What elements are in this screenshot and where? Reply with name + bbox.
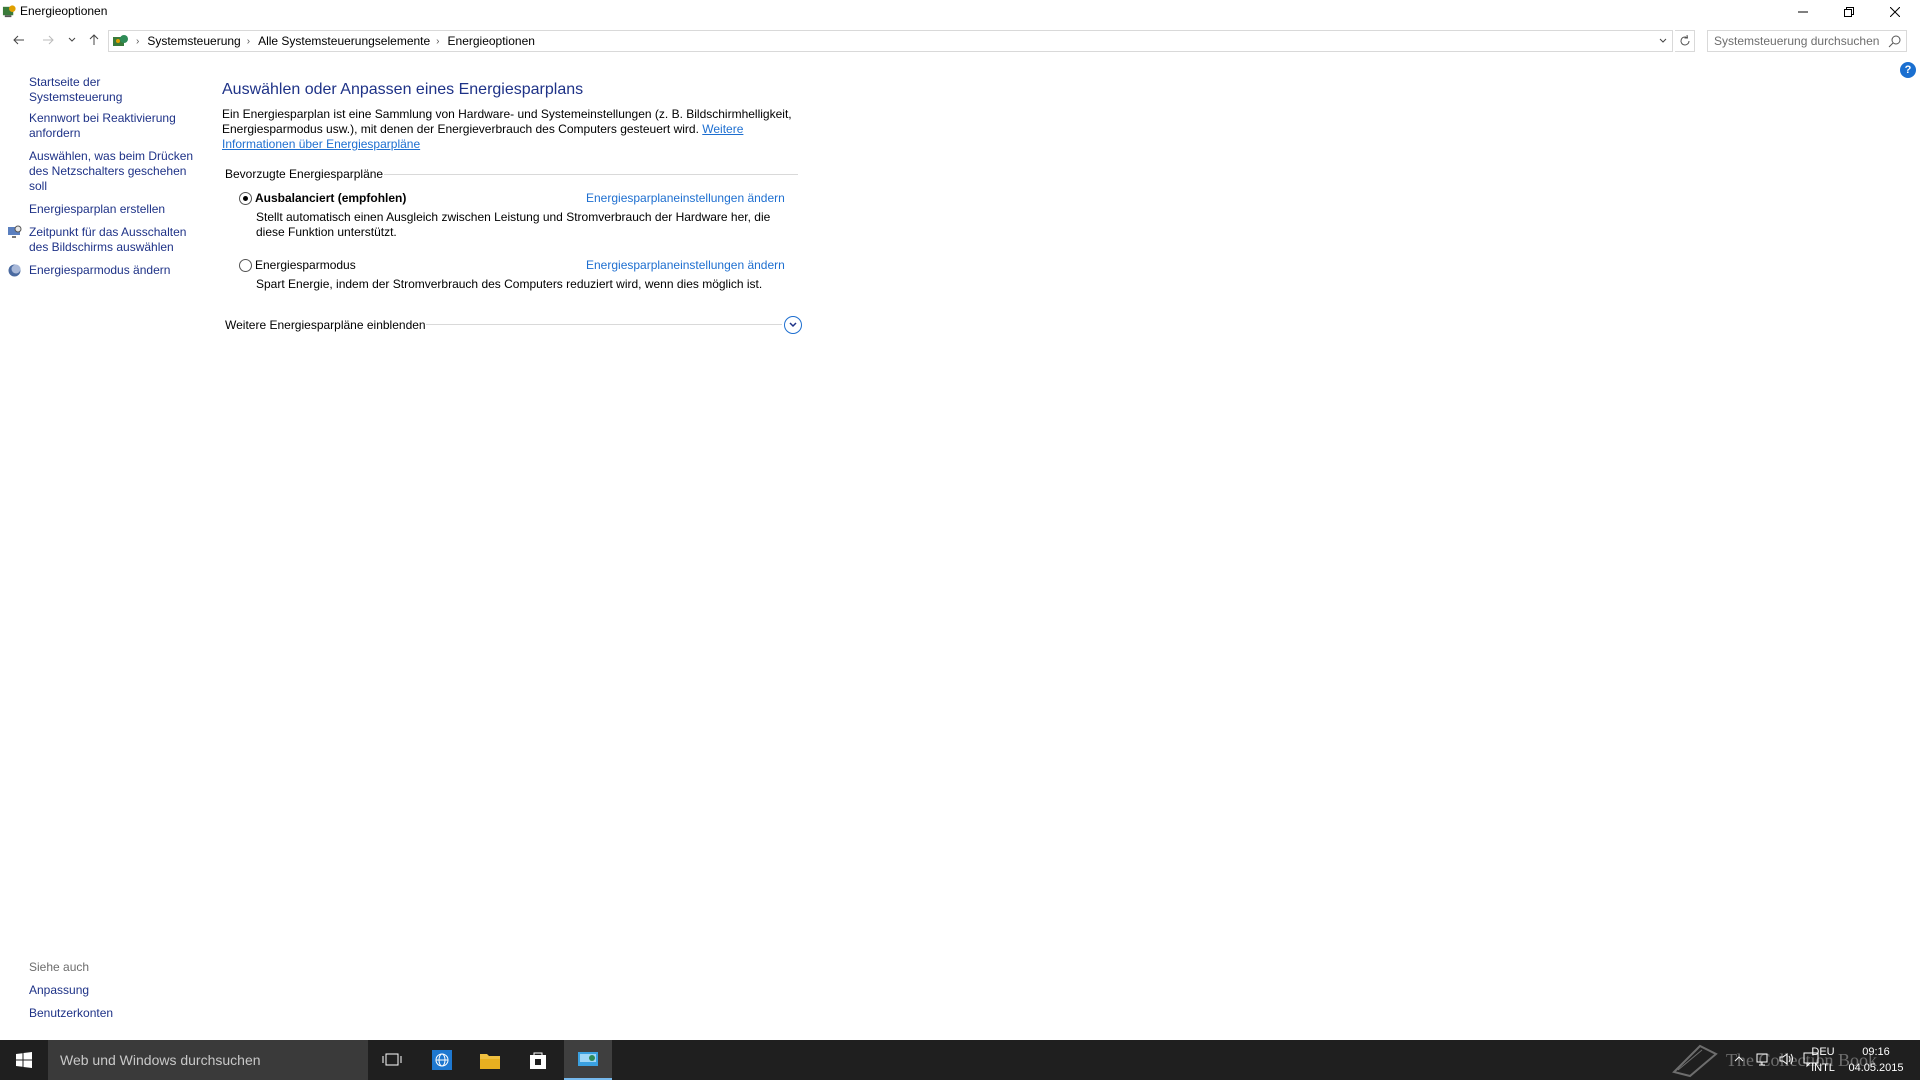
breadcrumb-separator-icon[interactable]: › (247, 36, 250, 47)
window-title: Energieoptionen (20, 4, 108, 18)
navigation-bar: › Systemsteuerung › Alle Systemsteuerung… (0, 28, 1920, 54)
breadcrumb-separator-icon[interactable]: › (436, 36, 439, 47)
help-icon[interactable]: ? (1900, 62, 1916, 78)
more-plans-divider (426, 324, 782, 325)
see-also-link-anpassung[interactable]: Anpassung (29, 983, 89, 997)
taskbar-search-placeholder: Web und Windows durchsuchen (60, 1052, 261, 1068)
store-icon (530, 1052, 546, 1069)
windows-logo-icon (16, 1052, 32, 1068)
breadcrumb-energieoptionen[interactable]: Energieoptionen (448, 34, 535, 48)
search-box[interactable] (1707, 30, 1907, 52)
globe-icon (432, 1050, 452, 1070)
plan-balanced-description: Stellt automatisch einen Ausgleich zwisc… (256, 210, 771, 239)
browser-button[interactable] (418, 1040, 466, 1080)
restore-icon (1844, 7, 1854, 17)
section-divider (384, 174, 798, 175)
plan-powersaver-description: Spart Energie, indem der Stromverbrauch … (256, 277, 763, 291)
section-heading: Bevorzugte Energiesparpläne (225, 167, 384, 181)
close-button[interactable] (1872, 0, 1918, 24)
sidebar-item-display-off[interactable]: Zeitpunkt für das Ausschalten des Bildsc… (29, 225, 197, 255)
plan-powersaver-name[interactable]: Energiesparmodus (255, 258, 356, 272)
plan-balanced-name[interactable]: Ausbalanciert (empfohlen) (255, 191, 406, 205)
folder-icon (480, 1054, 500, 1069)
address-dropdown-button[interactable] (1652, 31, 1672, 51)
start-button[interactable] (0, 1040, 48, 1080)
sidebar-item-create-plan[interactable]: Energiesparplan erstellen (29, 202, 197, 217)
breadcrumb-systemsteuerung[interactable]: Systemsteuerung (147, 34, 240, 48)
search-icon[interactable] (1888, 34, 1902, 48)
refresh-button[interactable] (1675, 30, 1695, 52)
up-button[interactable] (84, 30, 104, 50)
expand-more-plans-button[interactable] (784, 316, 802, 334)
restore-button[interactable] (1826, 0, 1872, 24)
breadcrumb-separator-icon: › (136, 35, 140, 47)
intro-paragraph: Ein Energiesparplan ist eine Sammlung vo… (222, 107, 792, 152)
see-also-link-benutzerkonten[interactable]: Benutzerkonten (29, 1006, 113, 1020)
sidebar-item-home[interactable]: Startseite der Systemsteuerung (29, 75, 197, 105)
title-bar: Energieoptionen (0, 0, 1920, 24)
plan-balanced-settings-link[interactable]: Energiesparplaneinstellungen ändern (586, 191, 785, 205)
chevron-down-icon (68, 37, 76, 42)
more-plans-label[interactable]: Weitere Energiesparpläne einblenden (225, 318, 426, 332)
refresh-icon (1680, 35, 1689, 46)
book-logo-icon (1672, 1044, 1718, 1078)
page-title: Auswählen oder Anpassen eines Energiespa… (222, 81, 584, 98)
store-button[interactable] (514, 1040, 562, 1080)
display-icon (8, 225, 22, 238)
see-also-heading: Siehe auch (29, 960, 90, 974)
task-view-button[interactable] (368, 1040, 416, 1080)
power-options-icon (2, 5, 16, 18)
control-panel-taskbar-button[interactable] (564, 1040, 612, 1080)
sidebar-item-sleep[interactable]: Energiesparmodus ändern (29, 263, 197, 278)
address-bar[interactable]: › Systemsteuerung › Alle Systemsteuerung… (108, 30, 1673, 52)
chevron-down-icon (789, 322, 797, 328)
plan-powersaver-settings-link[interactable]: Energiesparplaneinstellungen ändern (586, 258, 785, 272)
minimize-icon (1798, 11, 1808, 13)
taskbar: Web und Windows durchsuchen DEU INTL 09:… (0, 1040, 1920, 1080)
sleep-icon (8, 264, 21, 277)
back-arrow-icon (13, 35, 24, 45)
watermark: The Collection Book (1670, 1040, 1877, 1080)
recent-locations-button[interactable] (62, 30, 82, 50)
forward-button[interactable] (38, 30, 58, 50)
search-input[interactable] (1714, 34, 1889, 48)
back-button[interactable] (9, 30, 29, 50)
file-explorer-button[interactable] (466, 1040, 514, 1080)
close-icon (1890, 7, 1900, 17)
plan-powersaver-radio[interactable] (239, 259, 252, 272)
chevron-down-icon (1659, 38, 1666, 43)
taskbar-search-box[interactable]: Web und Windows durchsuchen (48, 1040, 368, 1080)
watermark-text: The Collection Book (1726, 1049, 1877, 1070)
breadcrumb-alle-elemente[interactable]: Alle Systemsteuerungselemente (258, 34, 430, 48)
control-panel-icon (113, 35, 128, 46)
forward-arrow-icon (43, 35, 54, 45)
control-panel-icon (578, 1052, 598, 1066)
sidebar-item-password[interactable]: Kennwort bei Reaktivierung anfordern (29, 111, 197, 141)
task-view-icon (382, 1053, 402, 1066)
up-arrow-icon (89, 34, 99, 45)
plan-balanced-radio[interactable] (239, 192, 252, 205)
sidebar-item-power-button[interactable]: Auswählen, was beim Drücken des Netzscha… (29, 149, 197, 194)
minimize-button[interactable] (1780, 0, 1826, 24)
